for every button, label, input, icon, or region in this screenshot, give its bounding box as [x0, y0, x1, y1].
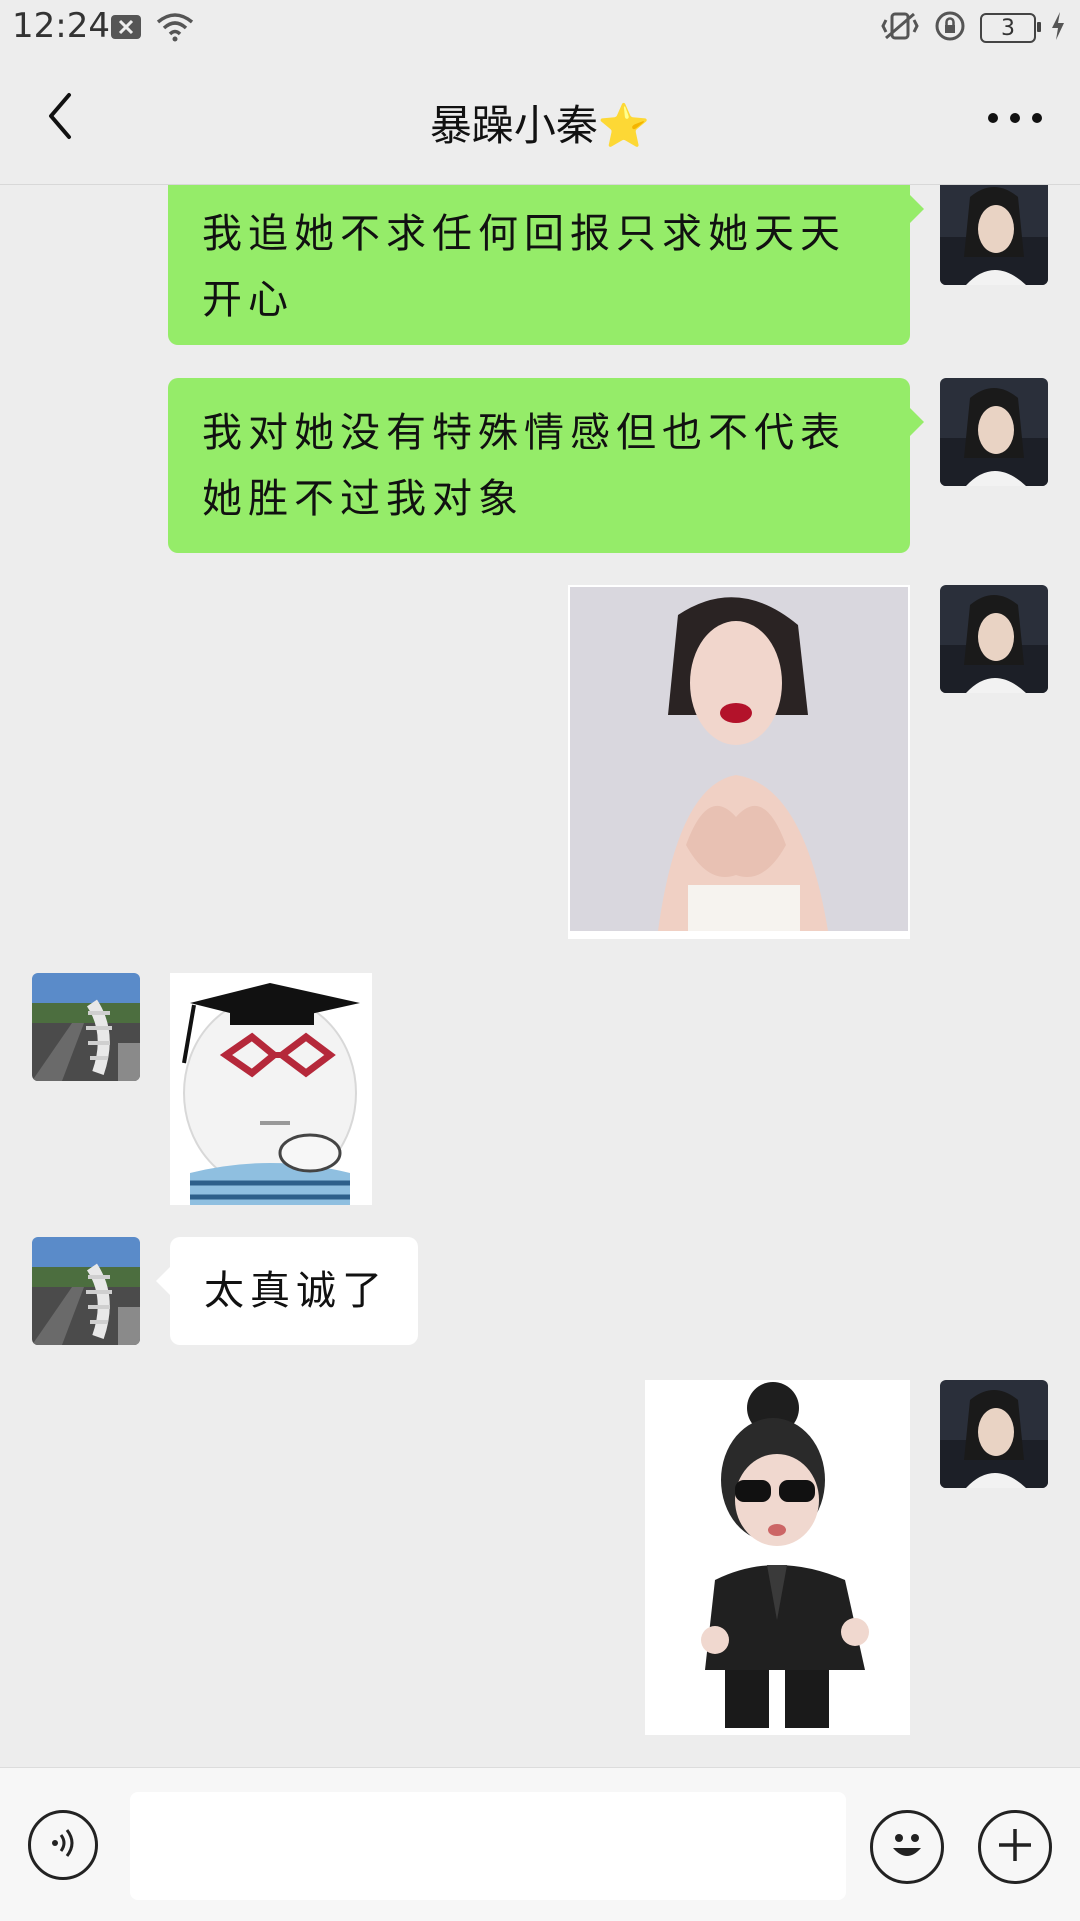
my-avatar[interactable]	[940, 585, 1048, 693]
more-button[interactable]	[980, 88, 1050, 148]
my-avatar[interactable]	[940, 378, 1048, 486]
message-text: 太真诚了	[204, 1268, 388, 1314]
my-message-bubble[interactable]: 我追她不求任何回报只求她天天开心	[168, 185, 924, 345]
my-avatar[interactable]	[940, 185, 1048, 285]
more-actions-button[interactable]	[978, 1810, 1052, 1884]
sticker-sunglasses-suit	[645, 1380, 910, 1735]
photo-woman-heart-hands	[570, 587, 908, 931]
status-bar: 12:24 3	[0, 0, 1080, 58]
more-dots-icon	[987, 109, 1043, 128]
contact-sticker-message[interactable]	[170, 973, 372, 1205]
plus-icon	[993, 1823, 1037, 1871]
battery-icon: 3	[980, 13, 1041, 43]
wifi-icon	[156, 12, 194, 46]
message-list[interactable]: 我追她不求任何回报只求她天天开心 我对她没有特殊情感但也不代表她胜不过我对象 太…	[0, 185, 1080, 1767]
voice-icon	[45, 1825, 81, 1865]
contact-message-bubble[interactable]: 太真诚了	[156, 1237, 418, 1345]
my-image-message[interactable]	[568, 585, 910, 939]
voice-button[interactable]	[28, 1810, 98, 1880]
my-message-bubble[interactable]: 我对她没有特殊情感但也不代表她胜不过我对象	[168, 378, 924, 553]
status-time: 12:24	[12, 6, 110, 46]
rotation-lock-icon	[934, 10, 966, 46]
charging-icon	[1050, 11, 1066, 45]
input-bar	[0, 1767, 1080, 1921]
battery-level: 3	[1001, 15, 1015, 41]
my-sticker-message[interactable]	[645, 1380, 910, 1735]
message-text: 我对她没有特殊情感但也不代表她胜不过我对象	[202, 410, 846, 522]
message-input[interactable]	[130, 1792, 846, 1900]
my-avatar[interactable]	[940, 1380, 1048, 1488]
message-text: 我追她不求任何回报只求她天天开心	[202, 211, 846, 323]
emoji-button[interactable]	[870, 1810, 944, 1884]
contact-avatar[interactable]	[32, 973, 140, 1081]
chat-header: 暴躁小秦⭐	[0, 58, 1080, 185]
close-box-icon	[110, 14, 142, 44]
chat-title: 暴躁小秦⭐	[429, 101, 651, 150]
emoji-icon	[882, 1820, 932, 1874]
vibrate-icon	[880, 10, 920, 46]
contact-avatar[interactable]	[32, 1237, 140, 1345]
sticker-graduate-cap-glasses	[170, 973, 372, 1205]
